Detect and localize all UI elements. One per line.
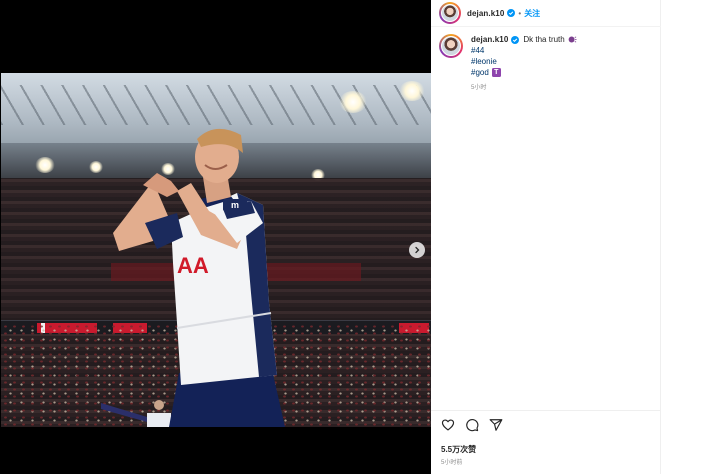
post-photo[interactable]: m AA	[1, 73, 431, 427]
comment-button[interactable]	[465, 418, 479, 432]
caption-text: Dk tha truth	[523, 35, 565, 44]
hashtag-link[interactable]: #44	[471, 45, 577, 56]
next-image-button[interactable]	[409, 242, 425, 258]
caption-username[interactable]: dejan.k10	[471, 34, 508, 45]
post-actions	[441, 418, 513, 432]
verified-badge-icon	[507, 9, 516, 17]
post-header: dejan.k10 • 关注	[431, 0, 661, 26]
caption-timestamp: 5小时	[471, 85, 487, 91]
caption: dejan.k10 Dk tha truth #44 #leonie #god …	[439, 34, 653, 94]
player-figure: m AA	[113, 128, 285, 427]
likes-count[interactable]: 5.5万次赞	[441, 444, 476, 455]
comment-icon	[466, 419, 479, 432]
t-button-emoji-icon: T	[491, 68, 501, 77]
username[interactable]: dejan.k10	[467, 9, 504, 18]
verified-badge-icon	[511, 35, 520, 44]
post-info-pane: dejan.k10 • 关注 dejan.k10 Dk tha truth #4…	[431, 0, 661, 474]
avatar[interactable]	[439, 2, 461, 24]
heart-icon	[441, 419, 455, 431]
paper-plane-icon	[489, 419, 503, 431]
follow-button[interactable]: 关注	[524, 8, 540, 19]
shirt-lettering: AA	[177, 253, 209, 278]
actions-divider	[431, 410, 661, 411]
separator-dot: •	[518, 8, 522, 18]
post-timestamp: 5小时前	[441, 460, 463, 466]
like-button[interactable]	[441, 418, 455, 432]
share-button[interactable]	[489, 418, 503, 432]
speaking-head-icon	[568, 36, 577, 43]
hashtag-link[interactable]: #god	[471, 67, 489, 78]
caption-avatar[interactable]	[439, 34, 463, 58]
post-media-pane: m AA	[0, 0, 431, 474]
hashtag-link[interactable]: #leonie	[471, 56, 577, 67]
chevron-right-icon	[415, 246, 420, 254]
sponsor-text: m	[231, 200, 239, 210]
caption-body: dejan.k10 Dk tha truth #44 #leonie #god …	[471, 34, 577, 94]
header-divider	[431, 26, 661, 27]
